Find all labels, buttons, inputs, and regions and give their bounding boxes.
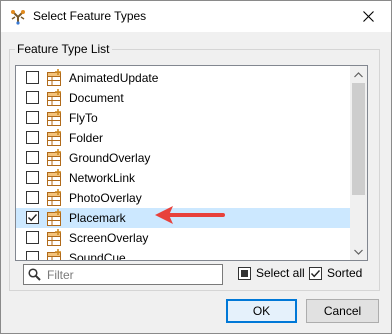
feature-type-list[interactable]: SoundCue ScreenOverlay Placemark PhotoOverl… (15, 65, 368, 261)
select-all-box[interactable] (238, 266, 251, 280)
sorted-label: Sorted (327, 266, 363, 280)
select-all-checkbox[interactable]: Select all (238, 266, 305, 280)
list-item-label: Document (69, 91, 124, 105)
feature-type-table-icon (47, 89, 61, 106)
filter-input[interactable] (47, 266, 219, 283)
title-bar: Select Feature Types (1, 1, 391, 32)
sorted-checkbox[interactable]: Sorted (309, 266, 362, 280)
list-item[interactable]: NetworkLink (16, 168, 351, 188)
select-all-label: Select all (256, 266, 305, 280)
scroll-down-button[interactable] (350, 243, 367, 260)
feature-type-table-icon (47, 249, 61, 260)
chevron-up-icon (354, 71, 363, 77)
list-item-label: Folder (69, 131, 104, 145)
group-label: Feature Type List (15, 42, 112, 56)
feature-type-table-icon (47, 109, 61, 126)
list-item-label: AnimatedUpdate (69, 71, 159, 85)
filter-field[interactable] (23, 264, 223, 285)
feature-type-table-icon (47, 149, 61, 166)
checkmark-icon (310, 269, 321, 277)
list-item-label: FlyTo (69, 111, 98, 125)
feature-type-table-icon (47, 129, 61, 146)
indeterminate-mark-icon (241, 269, 248, 277)
item-checkbox[interactable] (26, 171, 39, 184)
feature-type-table-icon (47, 189, 61, 206)
item-checkbox[interactable] (26, 151, 39, 164)
chevron-down-icon (354, 249, 363, 255)
item-checkbox[interactable] (26, 71, 39, 84)
list-item-label: ScreenOverlay (69, 231, 149, 245)
dialog-title: Select Feature Types (33, 9, 147, 23)
list-item[interactable]: AnimatedUpdate (16, 68, 351, 88)
feature-type-table-icon (47, 209, 61, 226)
select-feature-types-dialog: Select Feature Types Feature Type List S… (0, 0, 392, 334)
item-checkbox[interactable] (26, 91, 39, 104)
ok-button[interactable]: OK (226, 299, 297, 323)
cancel-button[interactable]: Cancel (306, 299, 379, 323)
item-checkbox[interactable] (26, 211, 39, 224)
list-item-label: NetworkLink (69, 171, 136, 185)
list-item[interactable]: ScreenOverlay (16, 228, 351, 248)
item-checkbox[interactable] (26, 131, 39, 144)
item-checkbox[interactable] (26, 111, 39, 124)
feature-type-table-icon (47, 229, 61, 246)
vertical-scrollbar[interactable] (350, 66, 367, 260)
feature-type-table-icon (47, 169, 61, 186)
item-checkbox[interactable] (26, 231, 39, 244)
scroll-up-button[interactable] (350, 66, 367, 83)
item-checkbox[interactable] (26, 191, 39, 204)
sorted-box[interactable] (309, 266, 322, 280)
list-item[interactable]: FlyTo (16, 108, 351, 128)
list-item-label: SoundCue (69, 251, 126, 261)
search-icon (28, 268, 41, 281)
list-item-label: Placemark (69, 211, 126, 225)
scroll-thumb[interactable] (352, 83, 365, 195)
list-item[interactable]: Folder (16, 128, 351, 148)
fme-workbench-icon (11, 10, 25, 25)
list-item[interactable]: Document (16, 88, 351, 108)
list-item[interactable]: GroundOverlay (16, 148, 351, 168)
list-item-label: GroundOverlay (69, 151, 151, 165)
annotation-arrow-icon (155, 206, 225, 224)
item-checkbox[interactable] (26, 251, 39, 260)
close-icon (362, 11, 374, 22)
checkmark-icon (27, 214, 38, 222)
feature-type-table-icon (47, 69, 61, 86)
close-button[interactable] (345, 1, 391, 32)
list-item[interactable]: SoundCue (16, 248, 351, 261)
list-item-label: PhotoOverlay (69, 191, 142, 205)
